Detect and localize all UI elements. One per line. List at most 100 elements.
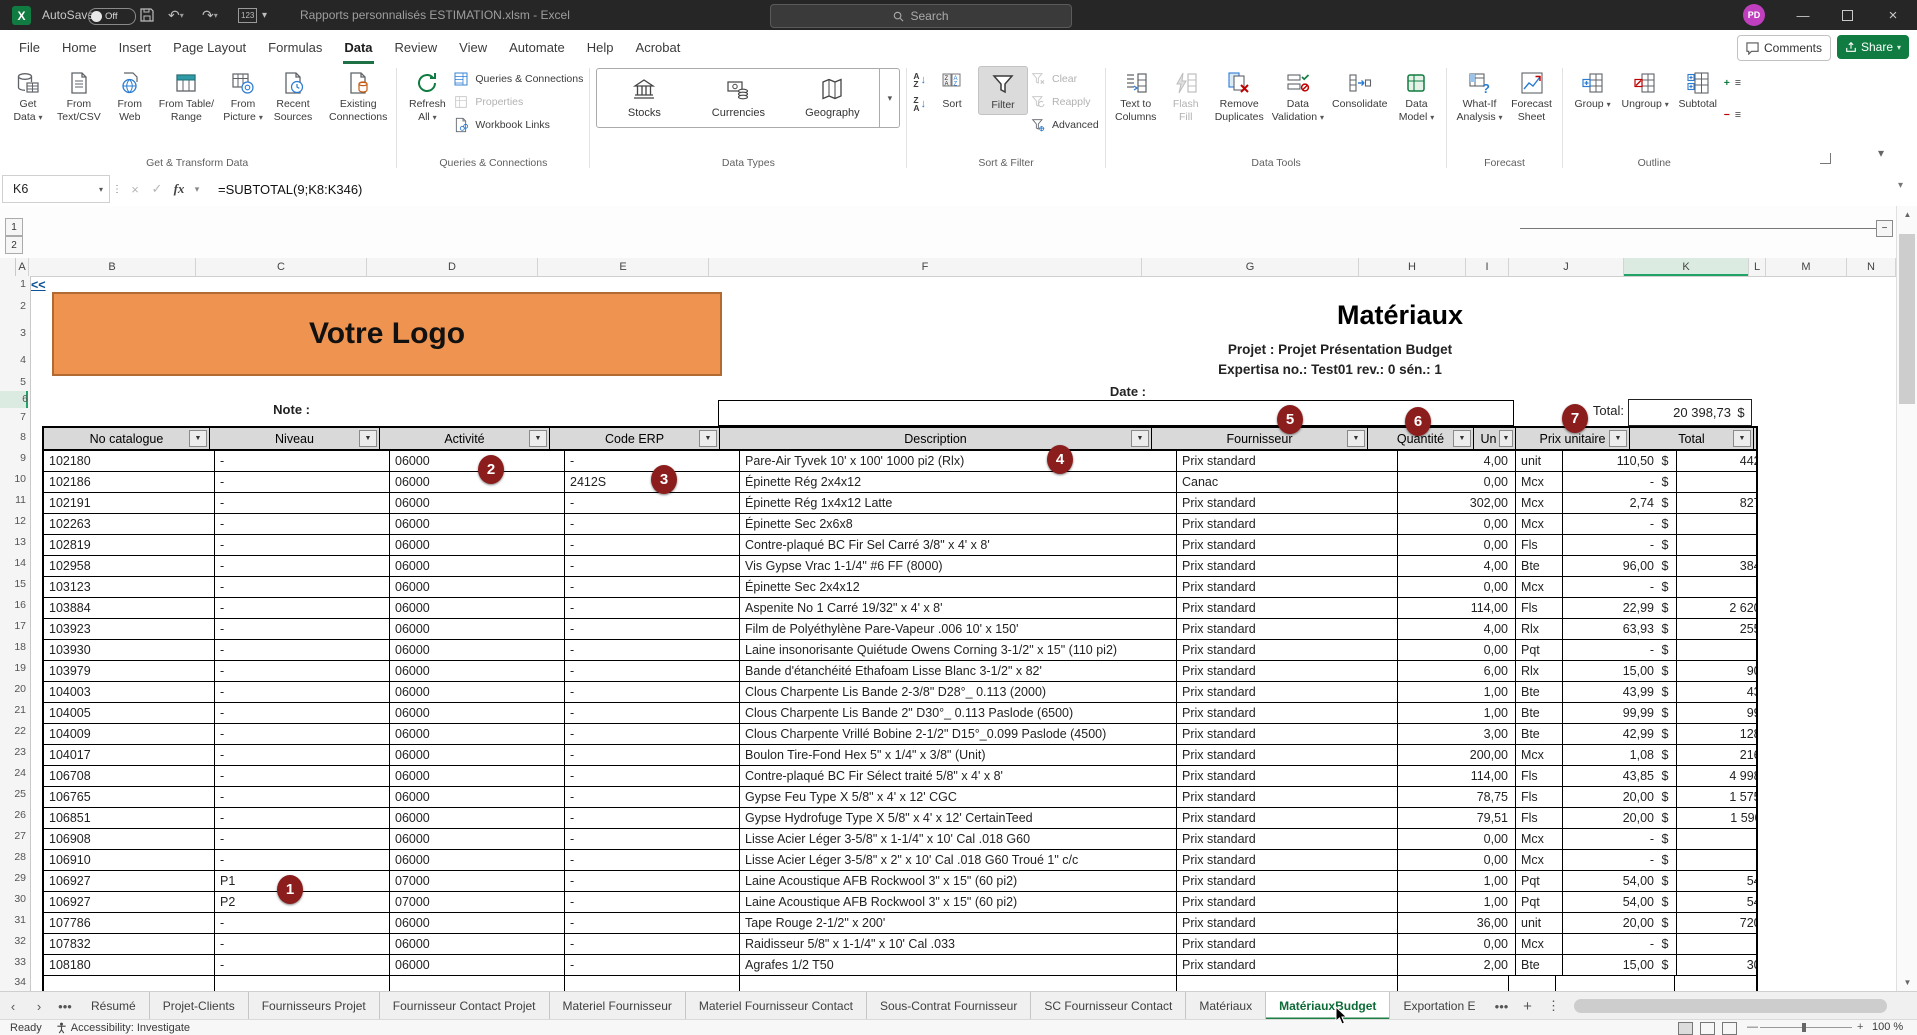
cell[interactable]: Bande d'étanchéité Ethafoam Lisse Blanc … [740, 661, 1177, 681]
cell[interactable]: Prix standard [1177, 619, 1398, 639]
sheet-nav-next-icon[interactable]: › [26, 992, 52, 1020]
cell[interactable]: 06000 [390, 766, 565, 786]
cell[interactable]: Mcx [1516, 829, 1563, 849]
select-all-corner[interactable] [0, 258, 16, 276]
cell-total[interactable]: 1 590,11$ [1677, 808, 1758, 828]
cell[interactable]: Mcx [1516, 745, 1563, 765]
cell-unit-price[interactable]: 22,99$ [1563, 598, 1677, 618]
cell-unit-price[interactable]: 43,85$ [1563, 766, 1677, 786]
column-header-M[interactable]: M [1766, 258, 1847, 276]
cell[interactable]: 06000 [390, 955, 565, 975]
filter-dropdown-icon[interactable]: ▼ [359, 430, 377, 447]
cell[interactable]: Prix standard [1177, 682, 1398, 702]
tab-insert[interactable]: Insert [108, 30, 163, 64]
cell-quantity[interactable]: 1,00 [1398, 703, 1516, 723]
cell[interactable]: 06000 [390, 745, 565, 765]
cell[interactable]: 06000 [390, 577, 565, 597]
row-header-25[interactable]: 25 [0, 784, 26, 805]
column-niveau-header[interactable]: Niveau▼ [210, 428, 380, 449]
forecast-sheet-button[interactable]: Forecast Sheet [1508, 66, 1556, 125]
cell[interactable]: 106908 [44, 829, 215, 849]
tab-overflow-icon[interactable]: ••• [1488, 992, 1514, 1020]
cell[interactable]: 106927 [44, 892, 215, 912]
cell[interactable]: Fls [1516, 808, 1563, 828]
cell[interactable]: 06000 [390, 724, 565, 744]
cell[interactable]: Épinette Sec 2x6x8 [740, 514, 1177, 534]
expand-formula-bar-icon[interactable]: ▾ [1898, 180, 1903, 191]
cell[interactable]: Boulon Tire-Fond Hex 5" x 1/4" x 3/8" (U… [740, 745, 1177, 765]
cell-total[interactable]: 720,00$ [1677, 913, 1758, 933]
cell[interactable]: Épinette Sec 2x4x12 [740, 577, 1177, 597]
cell[interactable]: - [215, 724, 390, 744]
cell-total[interactable]: -$ [1677, 472, 1758, 492]
cell[interactable]: - [565, 829, 740, 849]
cell[interactable]: Pqt [1516, 640, 1563, 660]
cell[interactable]: 103123 [44, 577, 215, 597]
data-model-button[interactable]: Data Model ▾ [1392, 66, 1440, 125]
row-header-14[interactable]: 14 [0, 553, 26, 574]
cell[interactable]: Épinette Rég 2x4x12 [740, 472, 1177, 492]
row-header-31[interactable]: 31 [0, 910, 26, 931]
cell-quantity[interactable]: 2,00 [1398, 955, 1516, 975]
formula-input[interactable]: =SUBTOTAL(9;K8:K346) [218, 182, 362, 197]
cell-total[interactable]: -$ [1677, 850, 1758, 870]
cell-quantity[interactable]: 6,00 [1398, 661, 1516, 681]
cell-total[interactable]: 43,99$ [1677, 682, 1758, 702]
cell-total[interactable]: -$ [1677, 934, 1758, 954]
cell[interactable]: - [565, 808, 740, 828]
cell[interactable]: - [215, 703, 390, 723]
excel-app-icon[interactable]: X [12, 6, 31, 25]
cell[interactable]: - [565, 535, 740, 555]
tab-home[interactable]: Home [51, 30, 108, 64]
cell-total[interactable]: 827,48$ [1677, 493, 1758, 513]
cell-quantity[interactable]: 36,00 [1398, 913, 1516, 933]
cell-unit-price[interactable]: 96,00$ [1563, 556, 1677, 576]
cell[interactable]: - [565, 640, 740, 660]
cell[interactable]: 103923 [44, 619, 215, 639]
cell-quantity[interactable]: 4,00 [1398, 619, 1516, 639]
currencies-button[interactable]: Currencies [691, 69, 785, 127]
cell[interactable]: Fls [1516, 535, 1563, 555]
row-header-19[interactable]: 19 [0, 658, 26, 679]
cell[interactable]: - [215, 913, 390, 933]
filter-dropdown-icon[interactable]: ▼ [189, 430, 207, 447]
search-input[interactable]: Search [770, 4, 1072, 28]
cell-total[interactable]: 1 575,00$ [1677, 787, 1758, 807]
cell[interactable]: Vis Gypse Vrac 1-1/4" #6 FF (8000) [740, 556, 1177, 576]
cell[interactable]: P2 [215, 892, 390, 912]
quick-access-dropdown-icon[interactable]: ▾ [262, 0, 267, 30]
cell-total[interactable]: 90,00$ [1677, 661, 1758, 681]
avatar[interactable]: PD [1743, 4, 1765, 26]
show-detail-button[interactable]: +≡ [1724, 72, 1740, 94]
cell-unit-price[interactable]: 1,08$ [1563, 745, 1677, 765]
tab-file[interactable]: File [8, 30, 51, 64]
cell[interactable]: 06000 [390, 493, 565, 513]
sheet-tab-sous-contrat-fournisseur[interactable]: Sous-Contrat Fournisseur [867, 992, 1031, 1020]
text-to-columns-button[interactable]: Text to Columns [1112, 66, 1160, 125]
cell[interactable]: Fls [1516, 598, 1563, 618]
cell[interactable]: 102191 [44, 493, 215, 513]
cell-total[interactable]: -$ [1677, 577, 1758, 597]
hide-detail-button[interactable]: −≡ [1724, 104, 1740, 126]
cell[interactable]: Canac [1177, 472, 1398, 492]
cell[interactable]: 104009 [44, 724, 215, 744]
cell[interactable]: - [565, 661, 740, 681]
column-header-I[interactable]: I [1466, 258, 1509, 276]
outline-level-1-button[interactable]: 1 [5, 218, 23, 236]
cell[interactable]: Laine Acoustique AFB Rockwool 3" x 15" (… [740, 892, 1177, 912]
cell-total[interactable]: 128,97$ [1677, 724, 1758, 744]
cell[interactable]: Prix standard [1177, 577, 1398, 597]
row-header-13[interactable]: 13 [0, 532, 26, 553]
filter-dropdown-icon[interactable]: ▼ [529, 430, 547, 447]
cell[interactable]: - [215, 661, 390, 681]
cell[interactable]: - [215, 682, 390, 702]
zoom-in-icon[interactable]: + [1857, 1021, 1863, 1033]
cell[interactable]: Laine insonorisante Quiétude Owens Corni… [740, 640, 1177, 660]
cell[interactable]: - [565, 850, 740, 870]
cell[interactable]: - [215, 514, 390, 534]
cell-unit-price[interactable]: -$ [1563, 514, 1677, 534]
column-code-erp-header[interactable]: Code ERP▼ [550, 428, 720, 449]
vertical-scroll-thumb[interactable] [1899, 234, 1915, 404]
cell[interactable]: Prix standard [1177, 661, 1398, 681]
cell-total[interactable]: 54,00$ [1677, 892, 1758, 912]
